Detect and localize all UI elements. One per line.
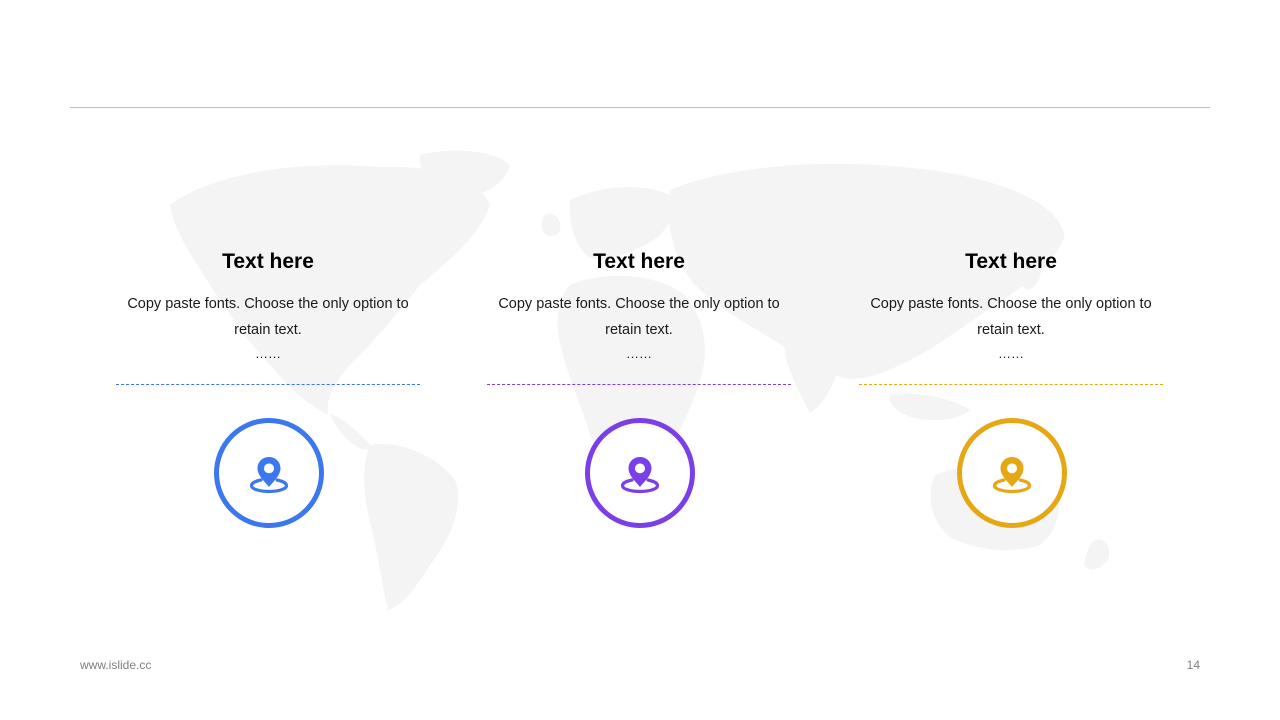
info-card-3: Text here Copy paste fonts. Choose the o… — [859, 245, 1163, 535]
card-title: Text here — [222, 250, 314, 273]
card-description: Copy paste fonts. Choose the only option… — [870, 296, 1152, 338]
card-description: Copy paste fonts. Choose the only option… — [498, 296, 780, 338]
page-number: 14 — [1186, 658, 1200, 672]
location-pin-icon — [620, 457, 660, 494]
card-ellipsis: …… — [998, 346, 1024, 361]
card-description: Copy paste fonts. Choose the only option… — [127, 296, 409, 338]
card-dashed-divider — [487, 384, 791, 385]
info-card-1: Text here Copy paste fonts. Choose the o… — [116, 245, 420, 535]
card-dashed-divider — [116, 384, 420, 385]
footer-website-url: www.islide.cc — [80, 658, 152, 672]
location-pin-icon-ring — [957, 418, 1067, 528]
location-pin-icon-ring — [585, 418, 695, 528]
card-title: Text here — [593, 250, 685, 273]
card-ellipsis: …… — [626, 346, 652, 361]
info-card-2: Text here Copy paste fonts. Choose the o… — [487, 245, 791, 535]
card-ellipsis: …… — [255, 346, 281, 361]
location-pin-icon — [249, 457, 289, 494]
top-divider — [70, 107, 1210, 108]
card-dashed-divider — [859, 384, 1163, 385]
location-pin-icon-ring — [214, 418, 324, 528]
location-pin-icon — [992, 457, 1032, 494]
card-title: Text here — [965, 250, 1057, 273]
